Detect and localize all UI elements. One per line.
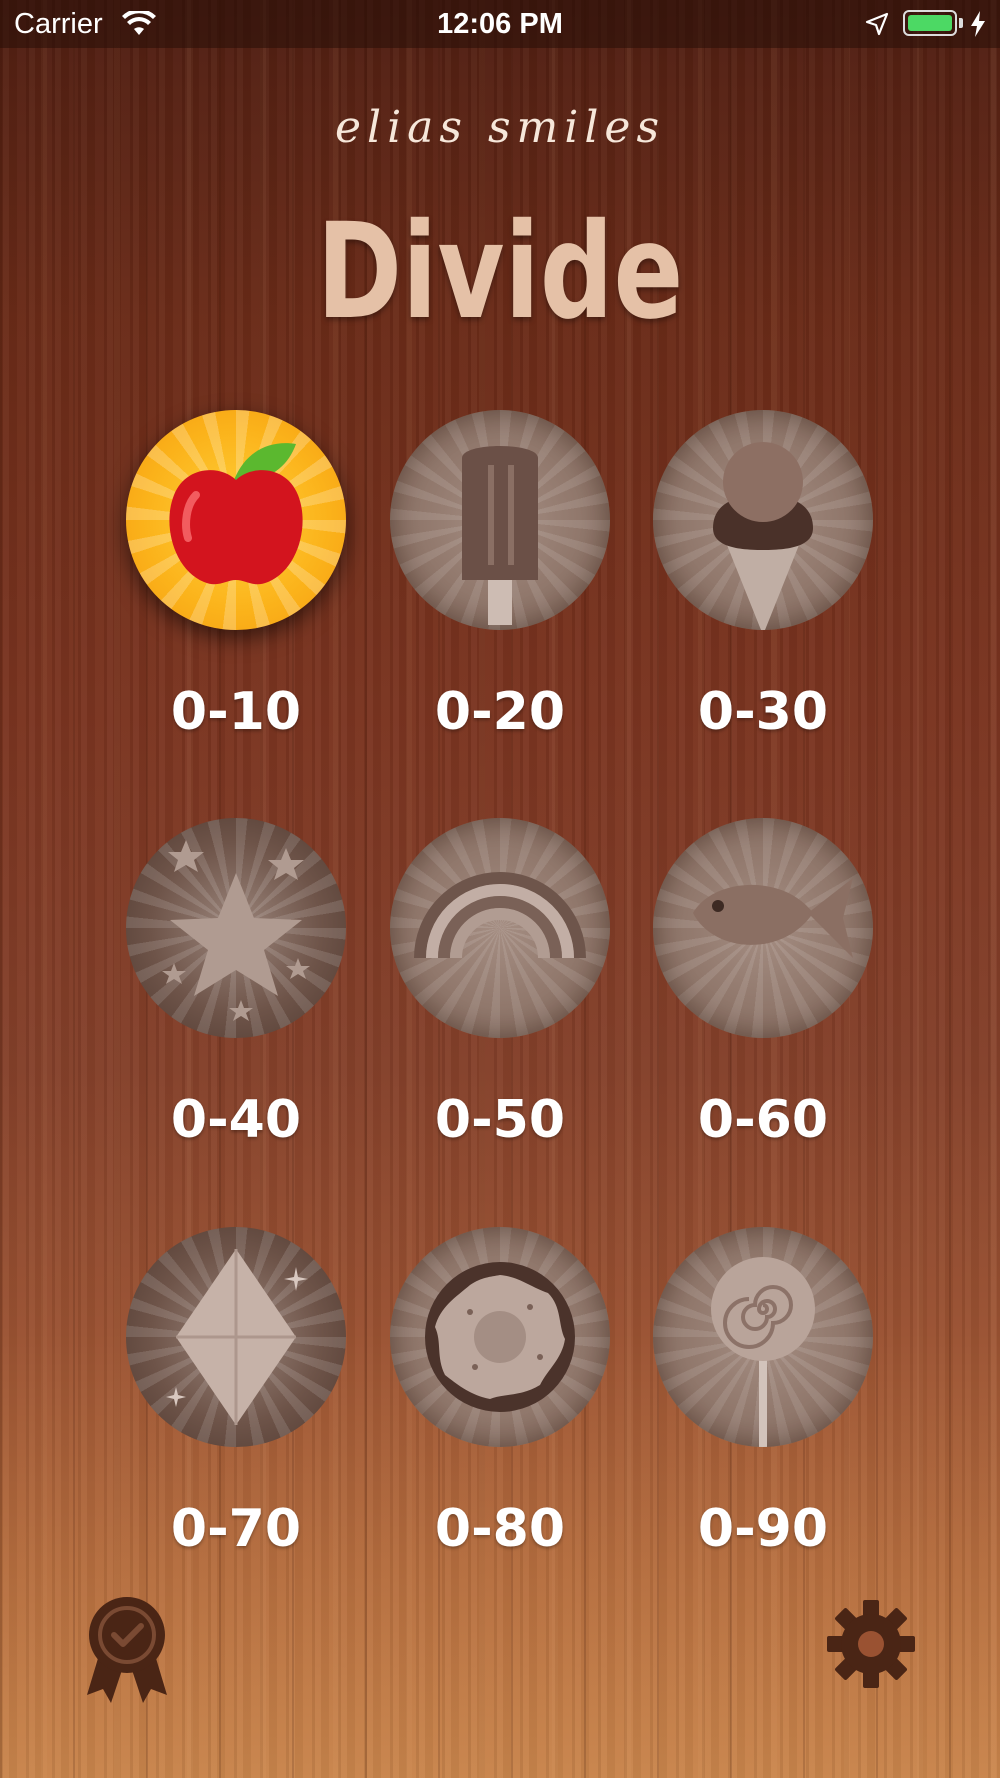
level-label: 0-60: [697, 1090, 829, 1150]
diamond-icon[interactable]: [126, 1227, 346, 1447]
level-label: 0-20: [434, 682, 566, 742]
fish-icon[interactable]: [653, 818, 873, 1038]
ice-cream-cone-icon[interactable]: [653, 410, 873, 630]
gear-icon[interactable]: [825, 1598, 917, 1690]
level-label: 0-10: [170, 682, 302, 742]
level-label: 0-90: [697, 1499, 829, 1559]
level-label: 0-80: [434, 1499, 566, 1559]
apple-icon[interactable]: [126, 410, 346, 630]
popsicle-icon[interactable]: [390, 410, 610, 630]
level-0-60[interactable]: 0-60: [643, 818, 883, 1218]
level-0-70[interactable]: 0-70: [116, 1227, 356, 1627]
lollipop-icon[interactable]: [653, 1227, 873, 1447]
level-grid: 0-10 0-20 0-30 0-40 0-50 0-60 0-70 0-80 …: [0, 0, 1000, 1778]
rainbow-icon[interactable]: [390, 818, 610, 1038]
level-label: 0-30: [697, 682, 829, 742]
level-0-50[interactable]: 0-50: [380, 818, 620, 1218]
level-label: 0-40: [170, 1090, 302, 1150]
level-0-20[interactable]: 0-20: [380, 410, 620, 810]
level-0-80[interactable]: 0-80: [380, 1227, 620, 1627]
star-icon[interactable]: [126, 818, 346, 1038]
level-label: 0-50: [434, 1090, 566, 1150]
award-ribbon-icon[interactable]: [85, 1595, 169, 1705]
level-0-90[interactable]: 0-90: [643, 1227, 883, 1627]
level-0-40[interactable]: 0-40: [116, 818, 356, 1218]
level-0-10[interactable]: 0-10: [116, 410, 356, 810]
donut-icon[interactable]: [390, 1227, 610, 1447]
level-label: 0-70: [170, 1499, 302, 1559]
level-0-30[interactable]: 0-30: [643, 410, 883, 810]
